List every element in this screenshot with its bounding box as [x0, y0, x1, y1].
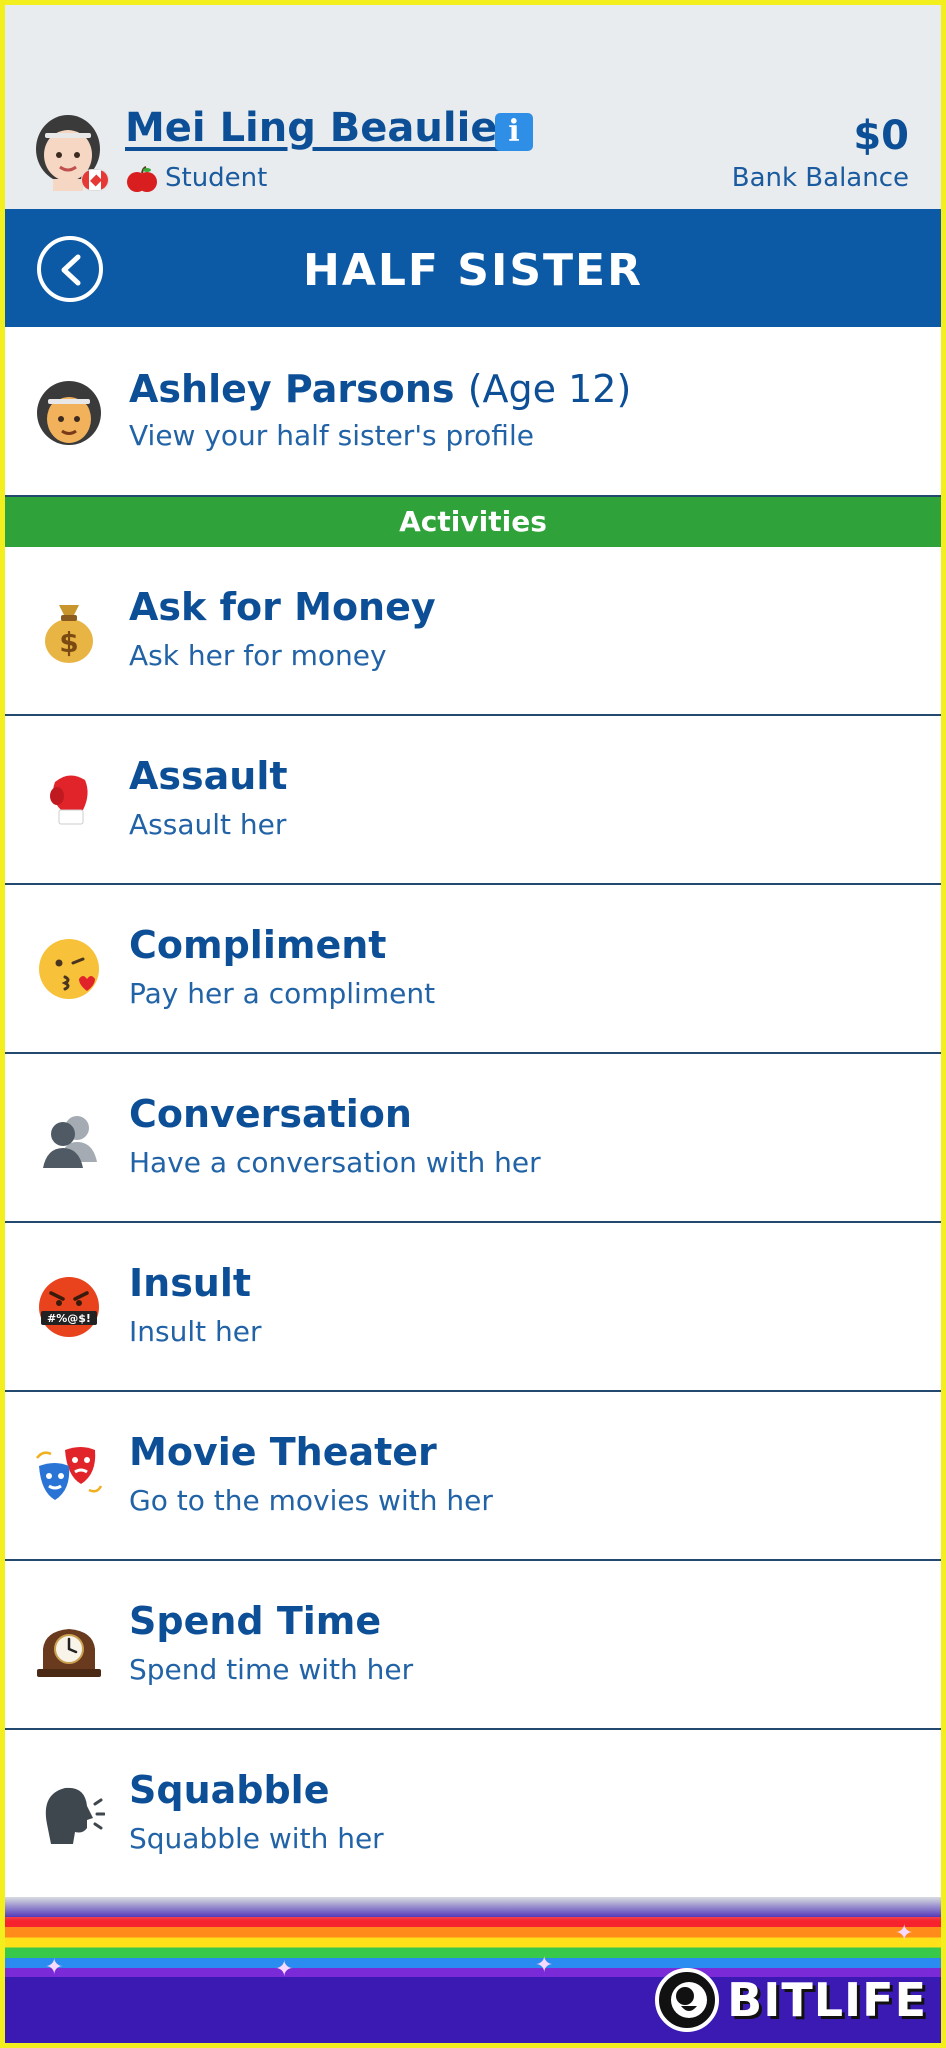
activity-subtitle: Assault her — [129, 808, 287, 841]
title-bar: HALF SISTER — [5, 209, 941, 327]
activity-title: Insult — [129, 1261, 252, 1305]
activity-subtitle: Go to the movies with her — [129, 1484, 493, 1517]
two-people-silhouette-icon — [43, 1116, 97, 1168]
baby-logo-icon — [655, 1968, 720, 2032]
activity-title: Compliment — [129, 923, 387, 967]
sibling-name: Ashley Parsons (Age 12) — [129, 367, 631, 411]
mantel-clock-icon — [37, 1629, 101, 1677]
bank-balance-label: Bank Balance — [731, 163, 909, 193]
activity-movie-theater[interactable]: Movie Theater Go to the movies with her — [5, 1392, 941, 1561]
brand-wordmark: BITLIFE — [727, 1973, 927, 2027]
sparkle-icon: ✦ — [275, 1957, 294, 1982]
activity-subtitle: Spend time with her — [129, 1653, 414, 1686]
activity-title: Spend Time — [129, 1599, 382, 1643]
money-bag-icon: $ — [45, 605, 93, 663]
apple-icon — [127, 166, 157, 192]
activity-spend-time[interactable]: Spend Time Spend time with her — [5, 1561, 941, 1730]
sibling-profile-subtitle: View your half sister's profile — [129, 419, 534, 452]
activity-title: Conversation — [129, 1092, 412, 1136]
speaking-head-icon — [45, 1787, 105, 1844]
page-title: HALF SISTER — [303, 245, 643, 296]
activity-subtitle: Have a conversation with her — [129, 1146, 541, 1179]
activity-conversation[interactable]: Conversation Have a conversation with he… — [5, 1054, 941, 1223]
activities-section-header: Activities — [5, 497, 941, 547]
player-header: Mei Ling Beaulieu i Student $0 Bank Bala… — [5, 5, 941, 209]
sparkle-icon: ✦ — [45, 1955, 64, 1980]
activity-title: Movie Theater — [129, 1430, 437, 1474]
player-name-link[interactable]: Mei Ling Beaulieu — [125, 105, 526, 151]
sibling-name-text: Ashley Parsons — [129, 367, 455, 411]
activity-compliment[interactable]: Compliment Pay her a compliment — [5, 885, 941, 1054]
sparkle-icon: ✦ — [535, 1953, 554, 1978]
footer-banner: ✦ ✦ ✦ ✦ BITLIFE — [5, 1897, 941, 2043]
bank-balance-amount: $0 — [853, 113, 909, 159]
sibling-age: (Age 12) — [467, 367, 632, 411]
info-icon[interactable]: i — [495, 113, 533, 151]
activity-title: Assault — [129, 754, 288, 798]
sparkle-icon: ✦ — [895, 1921, 914, 1946]
activity-title: Ask for Money — [129, 585, 436, 629]
girl-avatar-icon — [37, 381, 101, 445]
activity-subtitle: Insult her — [129, 1315, 262, 1348]
sibling-profile-row[interactable]: Ashley Parsons (Age 12) View your half s… — [5, 327, 941, 497]
svg-text:#%@$!: #%@$! — [47, 1312, 91, 1325]
activity-ask-for-money[interactable]: $ Ask for Money Ask her for money — [5, 547, 941, 716]
kissing-face-icon — [39, 939, 99, 999]
activity-title: Squabble — [129, 1768, 330, 1812]
footer-fade — [5, 1897, 941, 1921]
activity-subtitle: Pay her a compliment — [129, 977, 436, 1010]
canada-flag-icon — [81, 169, 109, 191]
bitlife-logo: BITLIFE — [655, 1967, 927, 2033]
svg-text:$: $ — [59, 626, 78, 659]
activity-assault[interactable]: Assault Assault her — [5, 716, 941, 885]
cursing-face-icon: #%@$! — [39, 1277, 99, 1337]
activity-subtitle: Ask her for money — [129, 639, 387, 672]
activity-subtitle: Squabble with her — [129, 1822, 384, 1855]
app-frame: Mei Ling Beaulieu i Student $0 Bank Bala… — [0, 0, 946, 2048]
activity-squabble[interactable]: Squabble Squabble with her — [5, 1730, 941, 1899]
theater-masks-icon — [36, 1447, 103, 1500]
occupation-label: Student — [165, 163, 268, 193]
activities-list: $ Ask for Money Ask her for money Assaul… — [5, 547, 941, 1899]
boxing-glove-icon — [50, 775, 88, 825]
activity-insult[interactable]: #%@$! Insult Insult her — [5, 1223, 941, 1392]
